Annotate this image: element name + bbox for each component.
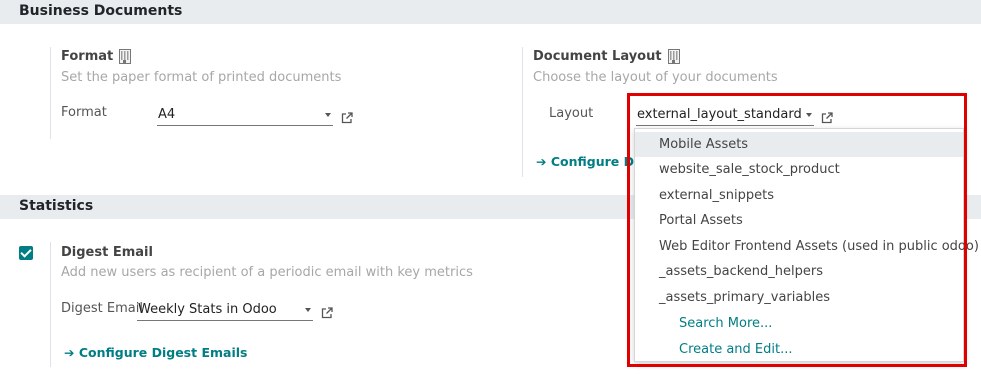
format-select-value: A4 (158, 107, 176, 122)
setting-divider (50, 47, 51, 139)
format-select[interactable]: A4 (157, 106, 333, 126)
external-link-icon[interactable] (821, 112, 833, 124)
building-icon (119, 49, 132, 64)
dropdown-item[interactable]: website_sale_stock_product (635, 157, 963, 182)
arrow-right-icon: ➔ (536, 154, 551, 169)
section-title: Statistics (19, 198, 94, 214)
digest-field-label: Digest Email (61, 301, 143, 316)
setting-divider (50, 242, 51, 367)
section-header-business-documents: Business Documents (0, 0, 981, 24)
section-title: Business Documents (19, 3, 183, 19)
dropdown-item[interactable]: Mobile Assets (635, 132, 963, 157)
caret-down-icon[interactable] (305, 308, 311, 312)
digest-setting-title: Digest Email (61, 245, 153, 260)
layout-dropdown-menu: Mobile Assets website_sale_stock_product… (634, 128, 979, 362)
dropdown-item[interactable]: Portal Assets (635, 208, 963, 233)
layout-setting-description: Choose the layout of your documents (533, 70, 778, 85)
digest-select-value: Weekly Stats in Odoo (138, 302, 277, 317)
external-link-icon[interactable] (321, 307, 333, 319)
dropdown-item[interactable]: Web Editor Frontend Assets (used in publ… (635, 234, 979, 259)
layout-field-label: Layout (549, 106, 594, 121)
format-setting-title: Format (61, 49, 132, 64)
caret-down-icon[interactable] (806, 113, 812, 117)
create-and-edit-link[interactable]: Create and Edit... (679, 342, 793, 357)
dropdown-item[interactable]: _assets_backend_helpers (635, 259, 963, 284)
configure-digest-emails-link[interactable]: ➔ Configure Digest Emails (64, 345, 247, 360)
digest-setting-description: Add new users as recipient of a periodic… (61, 265, 473, 280)
setting-divider (522, 47, 523, 177)
search-more-link[interactable]: Search More... (679, 316, 772, 331)
external-link-icon[interactable] (341, 112, 353, 124)
layout-setting-title: Document Layout (533, 49, 680, 64)
building-icon (667, 49, 680, 64)
dropdown-item[interactable]: _assets_primary_variables (635, 285, 963, 310)
layout-select-value: external_layout_standard (637, 107, 802, 122)
layout-select[interactable]: external_layout_standard (636, 106, 814, 126)
format-setting-description: Set the paper format of printed document… (61, 70, 342, 85)
caret-down-icon[interactable] (325, 113, 331, 117)
dropdown-item[interactable]: external_snippets (635, 183, 963, 208)
arrow-right-icon: ➔ (64, 345, 79, 360)
format-field-label: Format (61, 105, 107, 120)
digest-email-select[interactable]: Weekly Stats in Odoo (137, 301, 313, 321)
digest-email-checkbox[interactable] (19, 246, 33, 260)
